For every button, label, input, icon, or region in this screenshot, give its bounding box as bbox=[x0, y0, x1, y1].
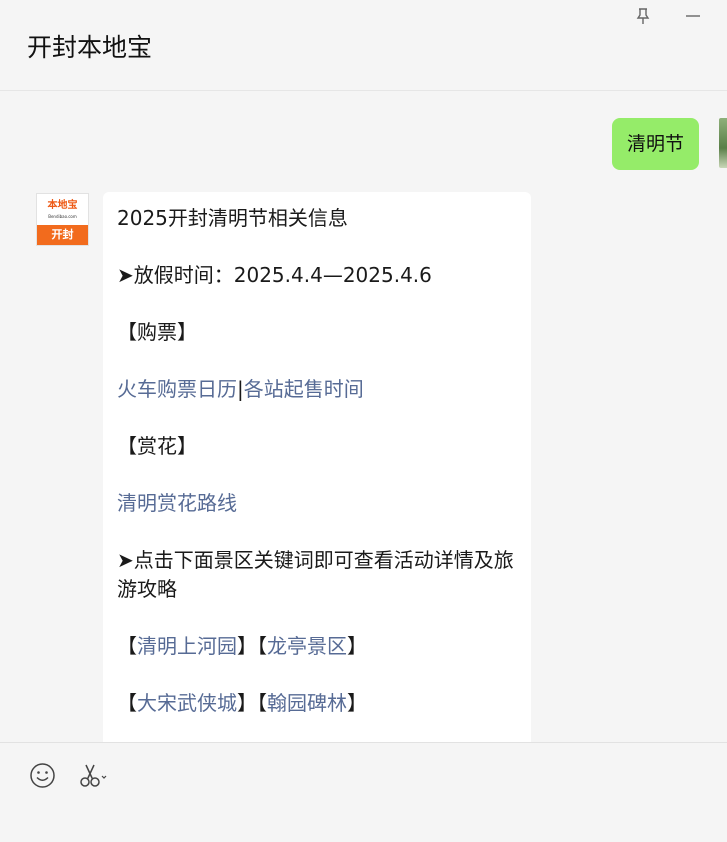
flower-route-paragraph: 清明赏花路线 bbox=[117, 489, 517, 518]
minimize-icon[interactable] bbox=[683, 6, 703, 26]
avatar-logo: 本地宝 Bendibao.com bbox=[37, 194, 88, 225]
outgoing-message-bubble[interactable]: 清明节 bbox=[612, 118, 700, 170]
scenic-link-qingming-shanghe-yuan[interactable]: 清明上河园 bbox=[137, 634, 237, 658]
chat-header: 开封本地宝 bbox=[0, 0, 727, 91]
bracket: 】 bbox=[347, 633, 367, 658]
bracket: 【 bbox=[257, 633, 267, 658]
holiday-dates: ➤放假时间：2025.4.4—2025.4.6 bbox=[117, 263, 432, 287]
ticket-links: 火车购票日历|各站起售时间 bbox=[117, 375, 517, 404]
bracket: 【 bbox=[257, 690, 267, 715]
scenic-intro: ➤点击下面景区关键词即可查看活动详情及旅游攻略 bbox=[117, 548, 514, 601]
bracket: 【 bbox=[117, 690, 137, 715]
message-list[interactable]: 清明节 本地宝 Bendibao.com 开封 2025开封清明节相关信息 ➤放… bbox=[0, 91, 727, 742]
scenic-row-2: 【大宋武侠城】【翰园碑林】 bbox=[117, 689, 517, 718]
scenic-link-longting[interactable]: 龙亭景区 bbox=[267, 634, 347, 658]
outgoing-message-text: 清明节 bbox=[627, 133, 685, 155]
link-separator: | bbox=[237, 377, 244, 401]
avatar-brand: 本地宝 bbox=[47, 200, 78, 211]
my-avatar[interactable] bbox=[719, 118, 727, 168]
bracket: 】 bbox=[237, 690, 257, 715]
bracket: 】 bbox=[237, 633, 257, 658]
emoji-icon[interactable] bbox=[29, 762, 56, 789]
scissors-icon[interactable] bbox=[78, 762, 108, 789]
contact-avatar[interactable]: 本地宝 Bendibao.com 开封 bbox=[36, 193, 89, 246]
station-sale-time-link[interactable]: 各站起售时间 bbox=[244, 377, 364, 401]
flower-section-title: 【赏花】 bbox=[117, 434, 197, 458]
avatar-url: Bendibao.com bbox=[48, 214, 77, 219]
pin-icon[interactable] bbox=[633, 6, 653, 26]
bracket: 】 bbox=[347, 690, 367, 715]
ticket-section-title: 【购票】 bbox=[117, 320, 197, 344]
flower-route-link[interactable]: 清明赏花路线 bbox=[117, 491, 237, 515]
bracket: 【 bbox=[117, 633, 137, 658]
avatar-city: 开封 bbox=[37, 225, 88, 245]
scenic-link-dasong-wuxia-cheng[interactable]: 大宋武侠城 bbox=[137, 691, 237, 715]
input-toolbar bbox=[0, 742, 727, 842]
scenic-row-1: 【清明上河园】【龙亭景区】 bbox=[117, 632, 517, 661]
train-ticket-calendar-link[interactable]: 火车购票日历 bbox=[117, 377, 237, 401]
scenic-link-hanyuan-beilin[interactable]: 翰园碑林 bbox=[267, 691, 347, 715]
incoming-message-bubble[interactable]: 2025开封清明节相关信息 ➤放假时间：2025.4.4—2025.4.6 【购… bbox=[103, 192, 531, 742]
message-heading: 2025开封清明节相关信息 bbox=[117, 206, 348, 230]
chat-title: 开封本地宝 bbox=[27, 33, 153, 62]
